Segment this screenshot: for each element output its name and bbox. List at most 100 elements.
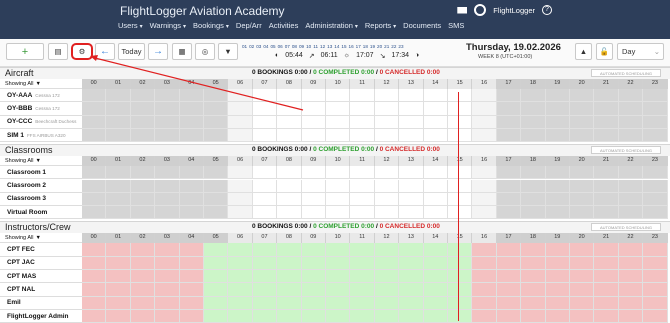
timeslot-cell[interactable]	[252, 206, 278, 220]
timeslot-cell[interactable]	[618, 166, 644, 180]
timeslot-cell[interactable]	[423, 243, 448, 257]
timeslot-cell[interactable]	[130, 309, 156, 323]
timeslot-cell[interactable]	[448, 128, 473, 143]
timeslot-cell[interactable]	[350, 102, 375, 116]
timeslot-cell[interactable]	[521, 166, 546, 180]
timeslot-cell[interactable]	[545, 179, 570, 193]
timeslot-cell[interactable]	[570, 89, 595, 103]
resource-label[interactable]: FlightLogger Admin	[0, 309, 82, 323]
timeslot-cell[interactable]	[82, 256, 107, 270]
timeslot-cell[interactable]	[521, 102, 546, 116]
timeslot-cell[interactable]	[472, 270, 497, 284]
timeslot-cell[interactable]	[301, 270, 326, 284]
timeslot-cell[interactable]	[130, 192, 156, 207]
timeslot-cell[interactable]	[204, 309, 229, 323]
timeslot-cell[interactable]	[496, 179, 522, 193]
timeslot-cell[interactable]	[82, 102, 107, 116]
timeslot-cell[interactable]	[155, 102, 180, 116]
timeslot-cell[interactable]	[472, 256, 497, 270]
timeslot-cell[interactable]	[374, 206, 400, 220]
timeslot-cell[interactable]	[423, 102, 448, 116]
timeslot-cell[interactable]	[472, 128, 497, 143]
today-button[interactable]: Today	[118, 43, 145, 60]
timeslot-cell[interactable]	[545, 283, 570, 297]
timeslot-cell[interactable]	[643, 115, 668, 129]
timeslot-cell[interactable]	[545, 89, 570, 103]
timeslot-cell[interactable]	[448, 256, 473, 270]
timeslot-cell[interactable]	[155, 128, 180, 143]
timeslot-cell[interactable]	[618, 243, 644, 257]
resource-label[interactable]: Classroom 3	[0, 192, 82, 207]
timeslot-cell[interactable]	[130, 115, 156, 129]
hour-range-label[interactable]: 11	[312, 44, 319, 51]
timeslot-cell[interactable]	[326, 179, 351, 193]
timeslot-cell[interactable]	[155, 192, 180, 207]
timeslot-cell[interactable]	[155, 283, 180, 297]
timeslot-cell[interactable]	[228, 309, 253, 323]
nav-item-reports[interactable]: Reports ▾	[365, 21, 403, 30]
timeslot-cell[interactable]	[423, 166, 448, 180]
timeslot-cell[interactable]	[423, 256, 448, 270]
timeslot-cell[interactable]	[350, 309, 375, 323]
timeslot-cell[interactable]	[496, 309, 522, 323]
timeslot-cell[interactable]	[204, 296, 229, 310]
timeslot-cell[interactable]	[277, 243, 302, 257]
timeslot-cell[interactable]	[643, 256, 668, 270]
timeslot-cell[interactable]	[399, 89, 424, 103]
nav-item-users[interactable]: Users ▾	[118, 21, 150, 30]
timeslot-cell[interactable]	[204, 270, 229, 284]
timeslot-cell[interactable]	[618, 309, 644, 323]
timeslot-cell[interactable]	[130, 296, 156, 310]
timeslot-cell[interactable]	[277, 166, 302, 180]
timeslot-cell[interactable]	[570, 102, 595, 116]
timeslot-cell[interactable]	[496, 166, 522, 180]
hour-range-label[interactable]: 09	[298, 44, 305, 51]
hour-range-label[interactable]: 15	[340, 44, 347, 51]
timeslot-cell[interactable]	[301, 179, 326, 193]
timeslot-cell[interactable]	[521, 115, 546, 129]
timeslot-cell[interactable]	[130, 89, 156, 103]
hour-range-label[interactable]: 03	[255, 44, 262, 51]
timeslot-cell[interactable]	[448, 243, 473, 257]
timeslot-cell[interactable]	[252, 296, 278, 310]
timeslot-cell[interactable]	[301, 296, 326, 310]
resource-label[interactable]: SIM 1 FFS AIRBUS A320	[0, 128, 82, 143]
timeslot-cell[interactable]	[570, 309, 595, 323]
timeslot-cell[interactable]	[179, 296, 204, 310]
timeslot-cell[interactable]	[301, 256, 326, 270]
filter-button[interactable]: ▼	[218, 43, 238, 60]
hour-range-label[interactable]: 02	[248, 44, 255, 51]
timeslot-cell[interactable]	[472, 89, 497, 103]
timeslot-cell[interactable]	[350, 296, 375, 310]
timeslot-cell[interactable]	[326, 166, 351, 180]
timeslot-cell[interactable]	[301, 309, 326, 323]
timeslot-cell[interactable]	[82, 270, 107, 284]
timeslot-cell[interactable]	[130, 256, 156, 270]
timeslot-cell[interactable]	[350, 179, 375, 193]
timeslot-cell[interactable]	[618, 179, 644, 193]
automated-scheduling-button[interactable]: AUTOMATED SCHEDULING	[591, 223, 661, 232]
resource-label[interactable]: Virtual Room	[0, 206, 82, 220]
timeslot-cell[interactable]	[521, 270, 546, 284]
timeslot-cell[interactable]	[618, 270, 644, 284]
timeslot-cell[interactable]	[618, 115, 644, 129]
timeslot-cell[interactable]	[448, 283, 473, 297]
timeslot-cell[interactable]	[179, 243, 204, 257]
timeslot-cell[interactable]	[374, 309, 400, 323]
timeslot-cell[interactable]	[155, 179, 180, 193]
timeslot-cell[interactable]	[521, 192, 546, 207]
timeslot-cell[interactable]	[545, 296, 570, 310]
timeslot-cell[interactable]	[570, 256, 595, 270]
timeslot-cell[interactable]	[106, 256, 131, 270]
timeslot-cell[interactable]	[228, 102, 253, 116]
timeslot-cell[interactable]	[82, 115, 107, 129]
hour-range-label[interactable]: 21	[383, 44, 390, 51]
timeslot-cell[interactable]	[179, 89, 204, 103]
timeslot-cell[interactable]	[496, 115, 522, 129]
timeslot-cell[interactable]	[496, 89, 522, 103]
view-select[interactable]: Day ⌄	[617, 43, 664, 60]
timeslot-cell[interactable]	[179, 128, 204, 143]
nav-item-activities[interactable]: Activities	[269, 21, 306, 30]
timeslot-cell[interactable]	[448, 179, 473, 193]
resource-label[interactable]: Emil	[0, 296, 82, 310]
